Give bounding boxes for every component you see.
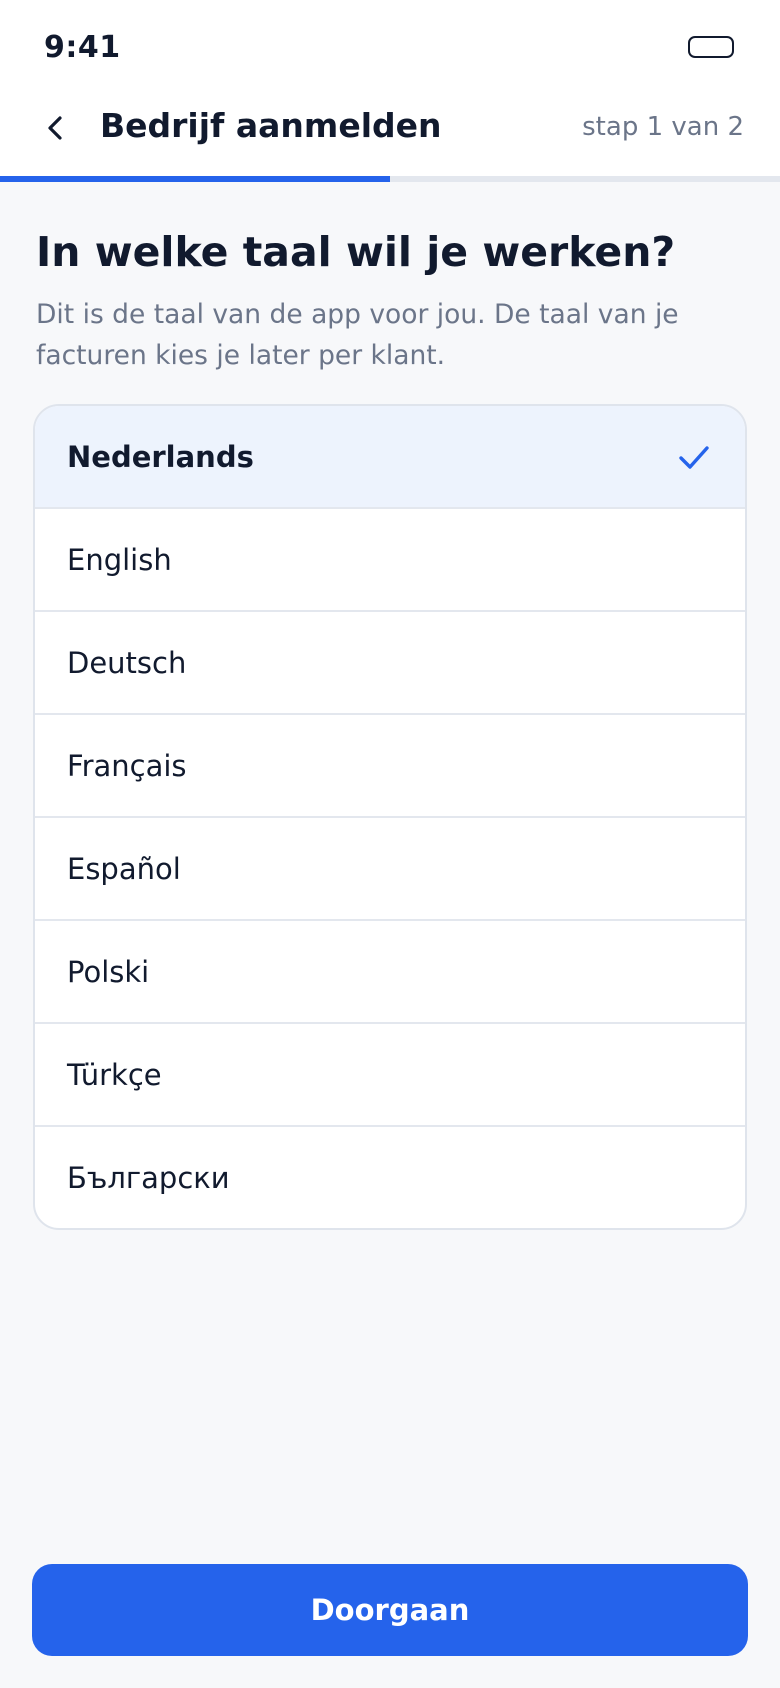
step-indicator: stap 1 van 2 xyxy=(582,112,744,142)
status-bar: 9:41 xyxy=(0,0,780,90)
status-time: 9:41 xyxy=(44,30,121,65)
language-label: Türkçe xyxy=(67,1057,162,1092)
language-option-polski[interactable]: Polski xyxy=(35,921,745,1024)
progress-bar-fill xyxy=(0,176,390,182)
language-option-francais[interactable]: Français xyxy=(35,715,745,818)
language-option-espanol[interactable]: Español xyxy=(35,818,745,921)
language-label: Български xyxy=(67,1160,230,1195)
language-label: Deutsch xyxy=(67,645,187,680)
language-option-bulgarian[interactable]: Български xyxy=(35,1127,745,1228)
language-option-deutsch[interactable]: Deutsch xyxy=(35,612,745,715)
check-icon xyxy=(679,445,709,469)
chevron-left-icon xyxy=(48,116,62,140)
language-label: Français xyxy=(67,748,187,783)
continue-button[interactable]: Doorgaan xyxy=(32,1564,748,1656)
language-option-turkce[interactable]: Türkçe xyxy=(35,1024,745,1127)
header: Bedrijf aanmelden stap 1 van 2 xyxy=(0,90,780,177)
progress-bar xyxy=(0,176,780,182)
language-list: Nederlands English Deutsch Français Espa… xyxy=(33,404,747,1230)
language-label: Polski xyxy=(67,954,150,989)
language-option-english[interactable]: English xyxy=(35,509,745,612)
page-subtitle: Dit is de taal van de app voor jou. De t… xyxy=(36,299,679,371)
battery-icon xyxy=(688,36,734,58)
back-button[interactable] xyxy=(32,104,80,152)
language-label: Nederlands xyxy=(67,439,254,474)
language-label: Español xyxy=(67,851,181,886)
language-option-nederlands[interactable]: Nederlands xyxy=(35,406,745,509)
page-heading: In welke taal wil je werken? xyxy=(36,228,676,276)
page-title: Bedrijf aanmelden xyxy=(100,106,442,145)
language-label: English xyxy=(67,542,172,577)
